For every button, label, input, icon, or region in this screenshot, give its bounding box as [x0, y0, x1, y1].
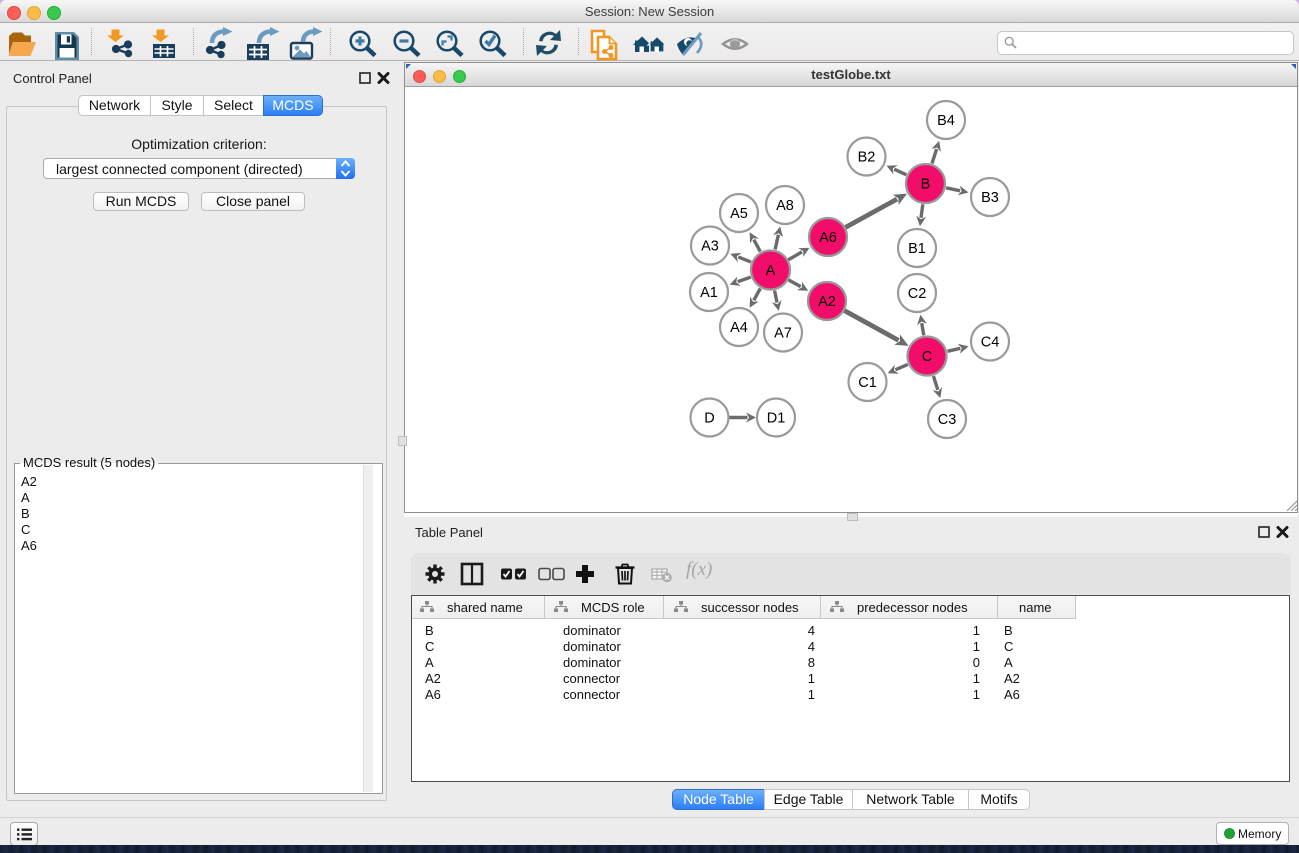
svg-text:A3: A3: [701, 239, 719, 255]
svg-text:B3: B3: [981, 190, 999, 206]
svg-text:C1: C1: [858, 375, 877, 391]
svg-text:A5: A5: [730, 206, 748, 222]
svg-text:B1: B1: [908, 241, 926, 257]
svg-text:B2: B2: [858, 150, 876, 166]
svg-text:B: B: [921, 177, 931, 193]
svg-text:A8: A8: [776, 198, 794, 214]
svg-text:D1: D1: [767, 411, 786, 427]
svg-text:C: C: [922, 349, 932, 365]
svg-text:A7: A7: [774, 326, 792, 342]
svg-text:C2: C2: [908, 286, 927, 302]
svg-text:A4: A4: [730, 320, 748, 336]
svg-text:A: A: [766, 263, 776, 279]
svg-text:B4: B4: [937, 113, 955, 129]
svg-text:A6: A6: [819, 230, 837, 246]
svg-text:C4: C4: [981, 335, 1000, 351]
svg-text:A2: A2: [818, 294, 836, 310]
svg-text:D: D: [704, 411, 714, 427]
svg-text:A1: A1: [700, 285, 718, 301]
svg-text:C3: C3: [938, 412, 957, 428]
